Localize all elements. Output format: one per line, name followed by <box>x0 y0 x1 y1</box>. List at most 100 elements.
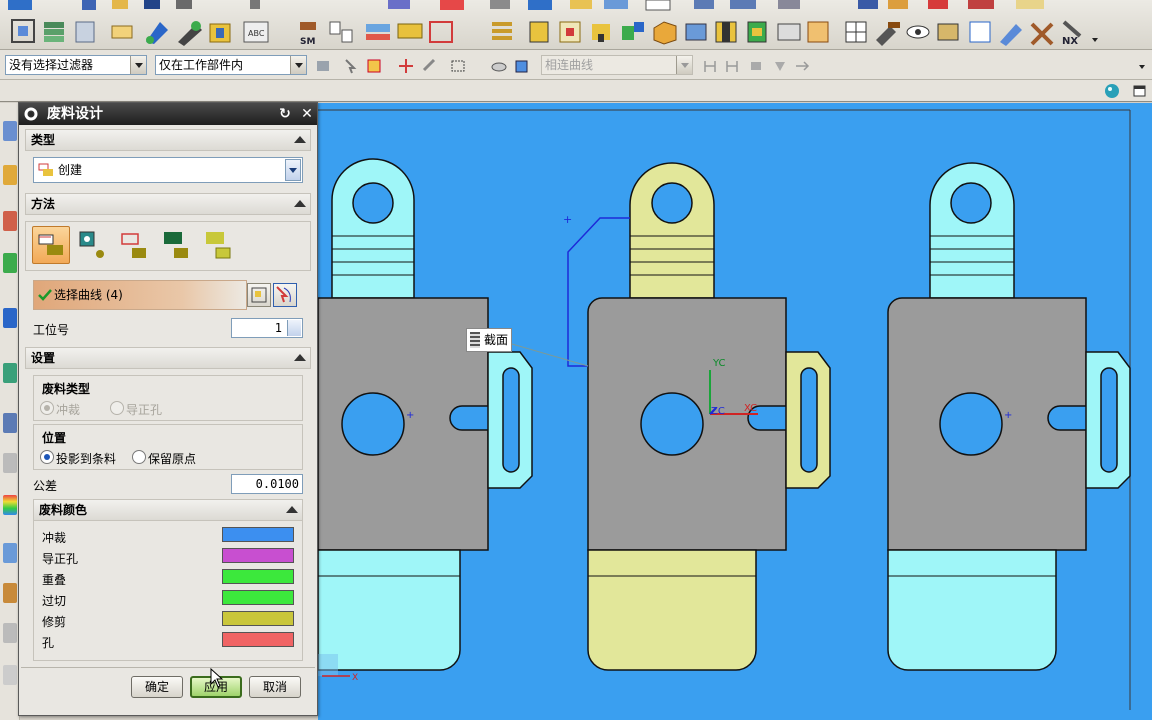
graphics-window[interactable]: + + + YC XC ZC X <box>318 103 1152 720</box>
doc-tree-icon[interactable] <box>329 21 353 43</box>
part-1[interactable] <box>318 158 533 671</box>
station-input[interactable]: 1 <box>231 318 303 338</box>
section-settings[interactable]: 设置 <box>25 347 311 369</box>
color-swatch-pilot[interactable] <box>222 548 294 563</box>
assembly-icon[interactable] <box>11 19 35 43</box>
eraser-icon[interactable] <box>111 25 133 39</box>
web-browser-icon[interactable] <box>3 413 17 433</box>
view-icon[interactable] <box>491 58 507 74</box>
method-punch-button[interactable] <box>74 226 112 264</box>
select-curve-row[interactable]: 选择曲线 (4) <box>33 280 247 310</box>
die-icon-10[interactable] <box>807 21 829 43</box>
nx-hammer-icon[interactable]: NX <box>1062 20 1082 47</box>
system-materials-icon[interactable] <box>3 495 17 515</box>
misc-icon[interactable] <box>3 665 17 685</box>
part-2[interactable] <box>587 162 831 671</box>
gear-icon[interactable] <box>23 106 39 122</box>
reset-icon[interactable]: ↻ <box>277 106 293 122</box>
strip-icon-4[interactable] <box>492 22 512 40</box>
collapse-icon[interactable] <box>294 136 306 143</box>
collapse-icon[interactable] <box>286 506 298 513</box>
spinner-icon[interactable] <box>287 320 301 336</box>
color-swatch-overlap[interactable] <box>222 569 294 584</box>
chevron-down-icon[interactable] <box>285 159 301 181</box>
part-navigator-icon[interactable] <box>3 165 17 185</box>
chevron-down-icon[interactable] <box>130 56 146 74</box>
position-project-radio[interactable] <box>40 450 54 464</box>
curve-rule-button[interactable] <box>247 283 271 307</box>
tolerance-input[interactable]: 0.0100 <box>231 474 303 494</box>
snap-link-icon[interactable] <box>422 58 438 74</box>
render-sphere-icon[interactable] <box>1104 83 1120 99</box>
select-curve-button[interactable] <box>273 283 297 307</box>
die-icon-7[interactable] <box>715 21 737 43</box>
scope-combo[interactable]: 仅在工作部件内 <box>155 55 307 75</box>
cross-tools-icon[interactable] <box>1030 22 1054 46</box>
grid-icon[interactable] <box>845 21 867 43</box>
position-keep-radio[interactable] <box>132 450 146 464</box>
strip-icon-1[interactable] <box>366 24 390 40</box>
tool-blue-icon[interactable] <box>146 22 168 44</box>
assembly-navigator-icon[interactable] <box>3 121 17 141</box>
snap-arrow-icon[interactable] <box>344 58 360 74</box>
sm-hammer-icon[interactable]: SM <box>300 22 316 47</box>
cube-yellow-icon[interactable] <box>209 23 231 43</box>
method-trim-button[interactable] <box>116 226 154 264</box>
position-keep-label[interactable]: 保留原点 <box>148 450 196 467</box>
die-icon-3[interactable] <box>592 24 610 42</box>
info-icon[interactable] <box>3 308 17 328</box>
strip-icon-3[interactable] <box>429 21 453 43</box>
section-scrap-color[interactable]: 废料颜色 <box>33 499 303 521</box>
color-swatch-hole[interactable] <box>222 632 294 647</box>
abc-icon[interactable]: ABC <box>243 21 269 43</box>
layers-icon[interactable] <box>44 22 64 42</box>
process-studio-icon[interactable] <box>3 363 17 383</box>
snap-cross-icon[interactable] <box>398 58 414 74</box>
color-swatch-punch[interactable] <box>222 527 294 542</box>
wrench-icon[interactable] <box>178 21 202 46</box>
toolbar-overflow-icon[interactable] <box>1138 62 1146 70</box>
chevron-down-icon[interactable] <box>290 56 306 74</box>
ok-button[interactable]: 确定 <box>131 676 183 698</box>
cancel-button[interactable]: 取消 <box>249 676 301 698</box>
die-icon-1[interactable] <box>529 21 549 43</box>
reuse-library-icon[interactable] <box>3 211 17 231</box>
die-icon-9[interactable] <box>777 23 801 41</box>
palette-icon[interactable] <box>3 583 17 603</box>
type-combo[interactable]: 创建 <box>33 157 303 183</box>
stack-icon[interactable] <box>75 21 95 43</box>
section-method[interactable]: 方法 <box>25 193 311 215</box>
filter-settings-icon[interactable] <box>315 58 331 74</box>
die-icon-6[interactable] <box>685 23 707 41</box>
collapse-icon[interactable] <box>294 200 306 207</box>
collapse-icon[interactable] <box>294 354 306 361</box>
die-icon-8[interactable] <box>747 21 767 43</box>
history-palette-icon[interactable] <box>3 453 17 473</box>
die-icon-5[interactable] <box>653 21 677 45</box>
visual-icon[interactable] <box>3 623 17 643</box>
dialog-titlebar[interactable]: 废料设计 ↻ ✕ <box>19 103 317 125</box>
select-rect-icon[interactable] <box>450 58 466 74</box>
filter-combo[interactable]: 没有选择过滤器 <box>5 55 147 75</box>
measure-icon[interactable] <box>969 21 991 43</box>
section-type[interactable]: 类型 <box>25 129 311 151</box>
die-icon-2[interactable] <box>559 21 581 43</box>
hammer-icon[interactable] <box>876 22 900 46</box>
close-icon[interactable]: ✕ <box>299 106 315 122</box>
cube-blue-icon[interactable] <box>513 58 529 74</box>
method-pilot-button[interactable] <box>200 226 238 264</box>
method-closed-curve-button[interactable] <box>32 226 70 264</box>
snap-point-icon[interactable] <box>366 58 382 74</box>
strip-icon-2[interactable] <box>397 23 423 39</box>
color-swatch-trim[interactable] <box>222 611 294 626</box>
window-restore-icon[interactable] <box>1132 83 1148 99</box>
pencil-icon[interactable] <box>1000 24 1022 46</box>
method-overlap-button[interactable] <box>158 226 196 264</box>
tools-icon[interactable] <box>937 23 959 41</box>
toolbar-icons-row[interactable]: ABC SM NX <box>0 0 1152 50</box>
color-swatch-overcut[interactable] <box>222 590 294 605</box>
die-icon-4[interactable] <box>622 22 644 40</box>
position-project-label[interactable]: 投影到条料 <box>56 450 116 467</box>
roles-icon[interactable] <box>3 543 17 563</box>
history-icon[interactable] <box>3 253 17 273</box>
